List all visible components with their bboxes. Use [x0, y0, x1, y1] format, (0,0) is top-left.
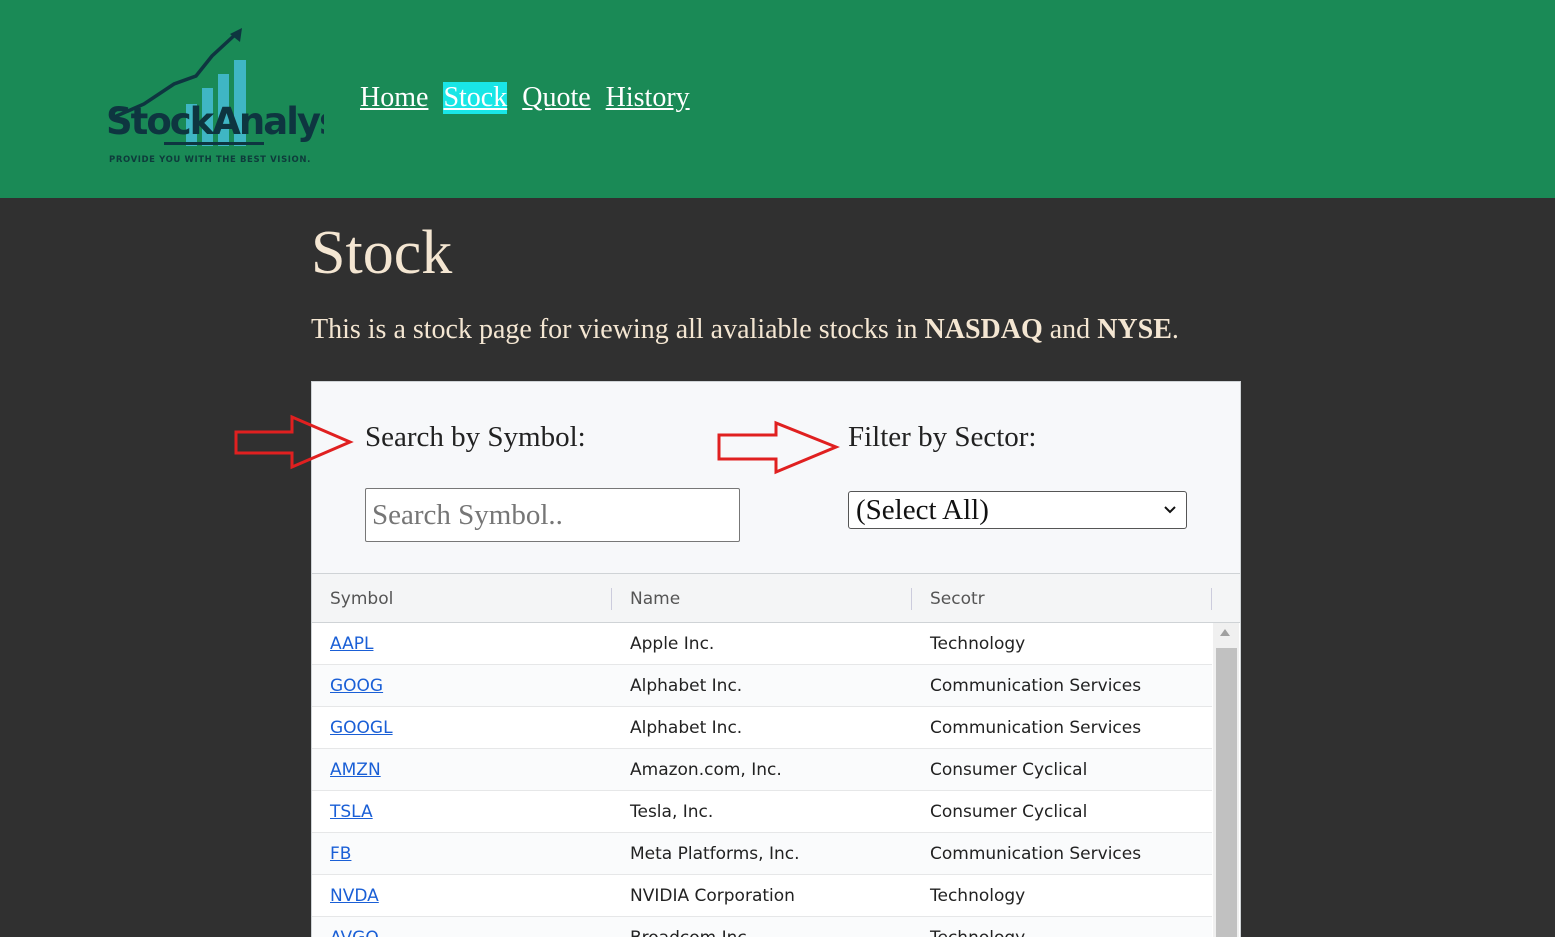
table-row: GOOGL Alphabet Inc. Communication Servic… [312, 707, 1212, 749]
name-cell: Tesla, Inc. [630, 802, 714, 822]
intro-nyse: NYSE [1097, 314, 1172, 345]
scroll-up-arrow-icon[interactable] [1220, 629, 1230, 636]
logo-wordmark: StockAnalyst [106, 100, 324, 143]
intro-text-suffix: . [1171, 314, 1179, 345]
column-header-name[interactable]: Name [612, 574, 912, 622]
name-cell: Apple Inc. [630, 634, 715, 654]
symbol-search-input[interactable] [365, 488, 740, 542]
symbol-cell: AAPL [312, 623, 373, 664]
table-header: Symbol Name Secotr [312, 573, 1240, 623]
table-scrollbar[interactable] [1213, 623, 1239, 937]
intro-nasdaq: NASDAQ [924, 314, 1043, 345]
table-row: FB Meta Platforms, Inc. Communication Se… [312, 833, 1212, 875]
stock-table: Symbol Name Secotr AAPL Apple Inc. Techn… [311, 573, 1241, 937]
intro-text-prefix: This is a stock page for viewing all ava… [311, 314, 925, 345]
symbol-cell: TSLA [312, 791, 373, 832]
symbol-link[interactable]: AAPL [330, 634, 373, 654]
symbol-link[interactable]: NVDA [330, 886, 379, 906]
sector-cell: Communication Services [930, 676, 1142, 696]
column-divider[interactable] [1211, 588, 1212, 610]
intro-text-mid: and [1042, 314, 1098, 345]
sector-cell: Technology [912, 917, 1025, 937]
column-header-symbol[interactable]: Symbol [312, 574, 612, 622]
scrollbar-thumb[interactable] [1216, 648, 1237, 937]
symbol-cell: GOOG [312, 665, 383, 706]
sector-filter-label: Filter by Sector: [848, 421, 1037, 453]
column-header-sector[interactable]: Secotr [912, 574, 1212, 622]
nav-home-link[interactable]: Home [360, 82, 428, 114]
stockanalyst-logo[interactable]: StockAnalyst [104, 26, 324, 171]
nav-quote-link[interactable]: Quote [522, 82, 590, 114]
sector-cell: Technology [930, 634, 1026, 654]
table-body: AAPL Apple Inc. Technology GOOG Alphabet… [312, 623, 1212, 937]
symbol-cell: GOOGL [312, 707, 393, 748]
symbol-cell: AMZN [312, 749, 381, 790]
annotation-arrow-icon [234, 414, 354, 470]
symbol-link[interactable]: GOOG [330, 676, 383, 696]
name-cell: Amazon.com, Inc. [630, 760, 782, 780]
annotation-arrow-icon [717, 420, 840, 475]
table-row: NVDA NVIDIA Corporation Technology [312, 875, 1212, 917]
name-cell: Broadcom Inc. [612, 917, 752, 937]
search-label: Search by Symbol: [365, 421, 586, 453]
sector-cell: Communication Services [930, 718, 1142, 738]
symbol-link[interactable]: AVGO [330, 928, 379, 937]
symbol-cell: FB [312, 833, 351, 874]
sector-cell: Technology [930, 886, 1026, 906]
symbol-link[interactable]: GOOGL [330, 718, 393, 738]
symbol-cell: AVGO [312, 917, 379, 937]
page-intro: This is a stock page for viewing all ava… [311, 310, 1179, 350]
sector-cell: Communication Services [930, 844, 1142, 864]
table-row: AAPL Apple Inc. Technology [312, 623, 1212, 665]
sector-selected-value: (Select All) [856, 494, 989, 526]
sector-filter-select[interactable]: (Select All) [848, 491, 1187, 529]
nav-stock-link[interactable]: Stock [443, 82, 508, 114]
name-cell: Alphabet Inc. [630, 718, 743, 738]
table-row: GOOG Alphabet Inc. Communication Service… [312, 665, 1212, 707]
table-row: AMZN Amazon.com, Inc. Consumer Cyclical [312, 749, 1212, 791]
logo-tagline: PROVIDE YOU WITH THE BEST VISION. [109, 155, 311, 165]
chevron-down-icon [1164, 506, 1176, 514]
name-cell: Meta Platforms, Inc. [630, 844, 800, 864]
symbol-link[interactable]: FB [330, 844, 351, 864]
symbol-link[interactable]: AMZN [330, 760, 381, 780]
sector-cell: Consumer Cyclical [930, 760, 1088, 780]
table-row: AVGO Broadcom Inc. Technology [312, 917, 1212, 937]
symbol-cell: NVDA [312, 875, 379, 916]
name-cell: NVIDIA Corporation [630, 886, 795, 906]
table-row: TSLA Tesla, Inc. Consumer Cyclical [312, 791, 1212, 833]
sector-cell: Consumer Cyclical [930, 802, 1088, 822]
symbol-link[interactable]: TSLA [330, 802, 373, 822]
page-title: Stock [311, 219, 453, 287]
site-header: StockAnalyst PROVIDE YOU WITH THE BEST V… [0, 0, 1555, 198]
nav-history-link[interactable]: History [606, 82, 690, 114]
name-cell: Alphabet Inc. [630, 676, 743, 696]
main-nav: Home Stock Quote History [360, 82, 705, 114]
